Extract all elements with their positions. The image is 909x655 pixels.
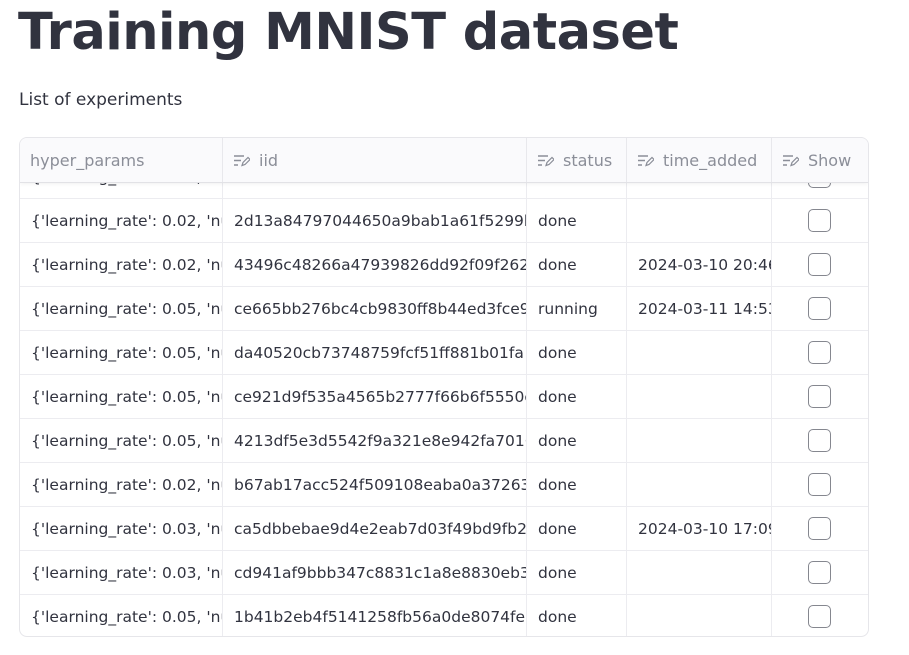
table-row[interactable]: {'learning_rate': 0.02, 'num_epochs': 5}… (20, 243, 868, 287)
cell-time-added[interactable] (627, 419, 772, 462)
page-title: Training MNIST dataset (18, 3, 679, 62)
table-row[interactable]: {'learning_rate': 0.03, 'num_epochs': 5}… (20, 551, 868, 595)
cell-iid[interactable]: 2d13a84797044650a9bab1a61f5299b1 (223, 199, 527, 242)
show-checkbox[interactable] (807, 253, 831, 276)
cell-iid[interactable]: ce665bb276bc4cb9830ff8b44ed3fce9 (223, 287, 527, 330)
cell-time-added[interactable]: 2024-03-11 14:53:02 (627, 287, 772, 330)
column-header-hyper-params[interactable]: hyper_params (20, 138, 223, 182)
cell-hyper-params[interactable]: {'learning_rate': 0.01, 'num_epochs': 5} (20, 182, 223, 198)
cell-status[interactable]: done (527, 199, 627, 242)
cell-show (772, 595, 868, 636)
table-row[interactable]: {'learning_rate': 0.02, 'num_epochs': 5}… (20, 199, 868, 243)
edit-text-icon (783, 154, 799, 166)
cell-status[interactable]: done (527, 507, 627, 550)
cell-time-added[interactable] (627, 375, 772, 418)
cell-show (772, 287, 868, 330)
table-row[interactable]: {'learning_rate': 0.05, 'num_epochs': 5}… (20, 375, 868, 419)
cell-iid[interactable]: fd19d1a65f9e48d8b91bfa99061aea42 (223, 182, 527, 198)
cell-hyper-params[interactable]: {'learning_rate': 0.02, 'num_epochs': 5} (20, 243, 223, 286)
cell-status[interactable]: done (527, 182, 627, 198)
cell-hyper-params[interactable]: {'learning_rate': 0.02, 'num_epochs': 5} (20, 199, 223, 242)
cell-hyper-params[interactable]: {'learning_rate': 0.05, 'num_epochs': 5} (20, 419, 223, 462)
cell-time-added[interactable]: 2024-03-10 17:09:41 (627, 507, 772, 550)
cell-hyper-params[interactable]: {'learning_rate': 0.05, 'num_epochs': 5} (20, 331, 223, 374)
table-row[interactable]: {'learning_rate': 0.05, 'num_epochs': 5}… (20, 331, 868, 375)
show-checkbox[interactable] (807, 605, 831, 628)
show-checkbox[interactable] (807, 561, 831, 584)
show-checkbox[interactable] (807, 341, 831, 364)
show-checkbox[interactable] (807, 209, 831, 232)
table-body[interactable]: {'learning_rate': 0.01, 'num_epochs': 5}… (20, 182, 868, 636)
show-checkbox[interactable] (807, 429, 831, 452)
cell-show (772, 463, 868, 506)
cell-show (772, 243, 868, 286)
cell-hyper-params[interactable]: {'learning_rate': 0.03, 'num_epochs': 5} (20, 551, 223, 594)
cell-show (772, 507, 868, 550)
cell-iid[interactable]: cd941af9bbb347c8831c1a8e8830eb3b (223, 551, 527, 594)
cell-time-added[interactable] (627, 331, 772, 374)
cell-hyper-params[interactable]: {'learning_rate': 0.05, 'num_epochs': 5} (20, 375, 223, 418)
cell-iid[interactable]: 43496c48266a47939826dd92f09f262f (223, 243, 527, 286)
cell-iid[interactable]: 4213df5e3d5542f9a321e8e942fa7016 (223, 419, 527, 462)
edit-text-icon (638, 154, 654, 166)
cell-time-added[interactable] (627, 595, 772, 636)
table-row[interactable]: {'learning_rate': 0.05, 'num_epochs': 5}… (20, 287, 868, 331)
cell-status[interactable]: done (527, 375, 627, 418)
cell-show (772, 375, 868, 418)
column-header-label: hyper_params (30, 150, 145, 170)
cell-iid[interactable]: b67ab17acc524f509108eaba0a372635 (223, 463, 527, 506)
table-row[interactable]: {'learning_rate': 0.01, 'num_epochs': 5}… (20, 182, 868, 199)
table-row[interactable]: {'learning_rate': 0.02, 'num_epochs': 5}… (20, 463, 868, 507)
table-row[interactable]: {'learning_rate': 0.03, 'num_epochs': 5}… (20, 507, 868, 551)
cell-iid[interactable]: da40520cb73748759fcf51ff881b01fa (223, 331, 527, 374)
cell-iid[interactable]: 1b41b2eb4f5141258fb56a0de8074fe3 (223, 595, 527, 636)
cell-hyper-params[interactable]: {'learning_rate': 0.03, 'num_epochs': 5} (20, 507, 223, 550)
table-row[interactable]: {'learning_rate': 0.05, 'num_epochs': 5}… (20, 419, 868, 463)
column-header-show[interactable]: Show (772, 138, 868, 182)
column-header-label: Show (808, 150, 852, 170)
cell-time-added[interactable] (627, 463, 772, 506)
cell-show (772, 199, 868, 242)
cell-time-added[interactable] (627, 199, 772, 242)
show-checkbox[interactable] (807, 385, 831, 408)
cell-time-added[interactable] (627, 182, 772, 198)
column-header-status[interactable]: status (527, 138, 627, 182)
column-header-time-added[interactable]: time_added (627, 138, 772, 182)
column-header-label: status (563, 150, 613, 170)
cell-hyper-params[interactable]: {'learning_rate': 0.05, 'num_epochs': 5} (20, 595, 223, 636)
cell-status[interactable]: done (527, 419, 627, 462)
experiments-table[interactable]: hyper_params iid status time_added Show … (19, 137, 869, 637)
cell-status[interactable]: done (527, 463, 627, 506)
page-subtitle: List of experiments (19, 90, 183, 110)
column-header-iid[interactable]: iid (223, 138, 527, 182)
show-checkbox[interactable] (807, 297, 831, 320)
cell-show (772, 419, 868, 462)
table-header: hyper_params iid status time_added Show (20, 138, 868, 183)
show-checkbox[interactable] (807, 473, 831, 496)
cell-show (772, 331, 868, 374)
cell-hyper-params[interactable]: {'learning_rate': 0.05, 'num_epochs': 5} (20, 287, 223, 330)
edit-text-icon (234, 154, 250, 166)
column-header-label: iid (259, 150, 279, 170)
cell-iid[interactable]: ce921d9f535a4565b2777f66b6f5550c (223, 375, 527, 418)
cell-time-added[interactable]: 2024-03-10 20:46:41 (627, 243, 772, 286)
cell-show (772, 182, 868, 198)
cell-iid[interactable]: ca5dbbebae9d4e2eab7d03f49bd9fb24 (223, 507, 527, 550)
column-header-label: time_added (663, 150, 758, 170)
table-row[interactable]: {'learning_rate': 0.05, 'num_epochs': 5}… (20, 595, 868, 636)
show-checkbox[interactable] (807, 517, 831, 540)
cell-status[interactable]: done (527, 551, 627, 594)
cell-status[interactable]: running (527, 287, 627, 330)
cell-status[interactable]: done (527, 331, 627, 374)
cell-hyper-params[interactable]: {'learning_rate': 0.02, 'num_epochs': 5} (20, 463, 223, 506)
cell-status[interactable]: done (527, 243, 627, 286)
cell-time-added[interactable] (627, 551, 772, 594)
edit-text-icon (538, 154, 554, 166)
cell-show (772, 551, 868, 594)
cell-status[interactable]: done (527, 595, 627, 636)
